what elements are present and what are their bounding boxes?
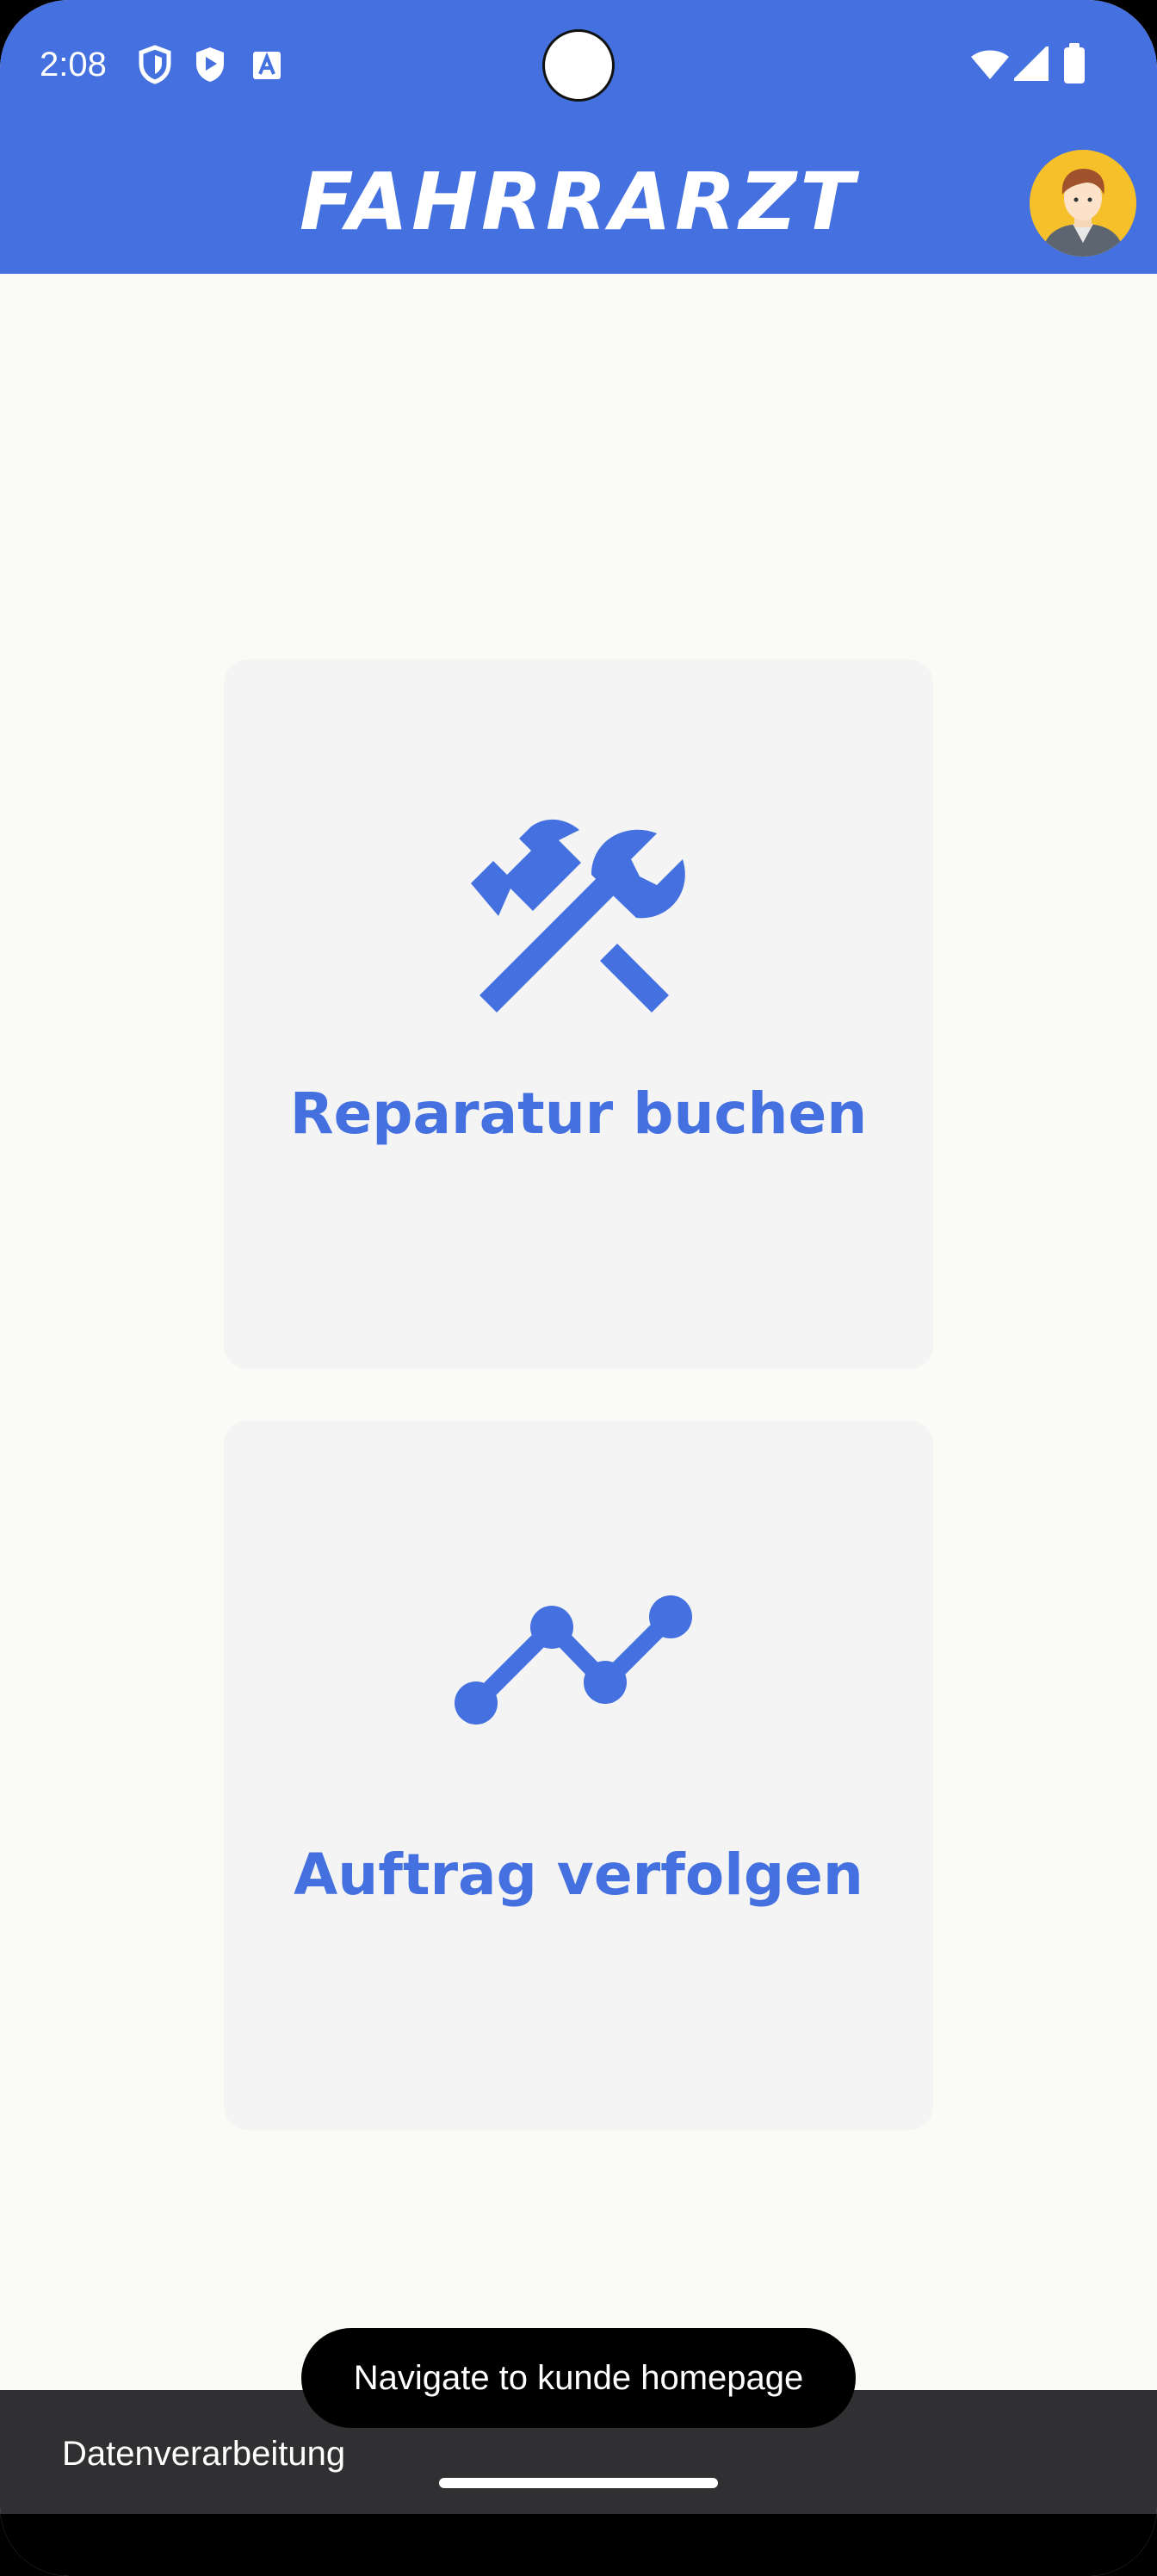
status-time: 2:08	[40, 46, 107, 84]
play-protect-icon	[193, 45, 227, 89]
battery-icon	[1062, 43, 1086, 89]
wifi-icon	[969, 46, 1011, 85]
app-header: 2:08 FAHRRARZT	[0, 0, 1157, 274]
screen: 2:08 FAHRRARZT Reparatur buchen Auftrag …	[0, 0, 1157, 2576]
home-gesture-handle[interactable]	[439, 2478, 718, 2488]
font-a-icon	[251, 50, 282, 85]
avatar-icon	[1030, 150, 1136, 257]
tracking-line-icon	[224, 1593, 933, 1731]
tools-icon	[224, 814, 933, 1021]
toast-message: Navigate to kunde homepage	[301, 2328, 856, 2428]
track-order-card[interactable]: Auftrag verfolgen	[224, 1421, 933, 2130]
book-repair-card[interactable]: Reparatur buchen	[224, 659, 933, 1369]
track-order-label: Auftrag verfolgen	[294, 1842, 863, 1908]
profile-avatar-button[interactable]	[1030, 150, 1136, 257]
camera-cutout	[542, 29, 615, 102]
book-repair-label: Reparatur buchen	[289, 1081, 868, 1147]
snackbar-text: Datenverarbeitung	[62, 2435, 346, 2473]
app-title: FAHRRARZT	[299, 156, 858, 248]
navigation-bar	[0, 2514, 1157, 2576]
signal-icon	[1012, 44, 1049, 85]
shield-icon	[138, 45, 172, 89]
